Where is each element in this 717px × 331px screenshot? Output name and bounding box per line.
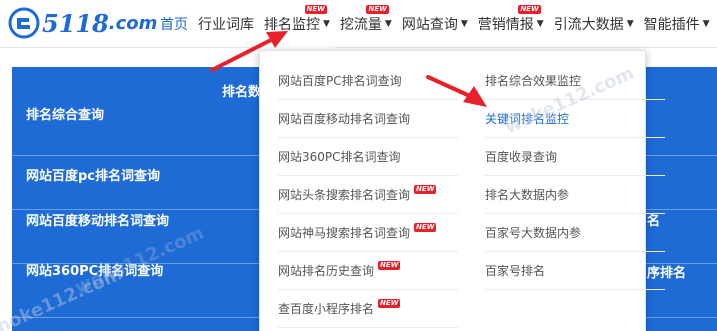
- menu-item[interactable]: 网站百度PC排名词查询: [278, 62, 458, 100]
- chevron-down-icon: ▼: [323, 19, 330, 29]
- new-badge: NEW: [304, 5, 327, 14]
- nav-site-query-label: 网站查询: [401, 17, 458, 33]
- menu-item-label: 百度收录查询: [485, 150, 558, 164]
- nav-marketing-intel[interactable]: 营销情报 ▼ NEW: [473, 0, 549, 48]
- menu-item[interactable]: 百家号大数据内参: [485, 214, 665, 252]
- nav-dig-traffic-label: 挖流量: [339, 17, 382, 33]
- panel-row-label: 网站百度pc排名词查询: [26, 169, 161, 184]
- nav-industry-keywords-label: 行业词库: [198, 17, 254, 33]
- new-badge: NEW: [414, 223, 437, 232]
- nav-rank-monitor[interactable]: 排名监控 ▼ NEW: [259, 0, 335, 48]
- new-badge: NEW: [378, 299, 401, 308]
- nav-marketing-intel-label: 营销情报: [477, 17, 534, 33]
- nav-dig-traffic[interactable]: 挖流量 ▼ NEW: [335, 0, 397, 48]
- new-badge: NEW: [378, 261, 401, 270]
- main-nav: 首页 行业词库 排名监控 ▼ NEW 挖流量 ▼ NEW 网站查询 ▼ 营销情报…: [155, 0, 715, 48]
- nav-traffic-bigdata[interactable]: 引流大数据 ▼: [549, 0, 639, 48]
- nav-rank-monitor-label: 排名监控: [264, 17, 320, 33]
- chevron-down-icon: ▼: [702, 19, 710, 29]
- nav-industry-keywords[interactable]: 行业词库: [193, 0, 259, 48]
- menu-item[interactable]: 网站排名历史查询 NEW: [278, 252, 458, 290]
- panel-row-label: 排名综合查询: [26, 108, 105, 123]
- nav-home[interactable]: 首页: [155, 0, 193, 48]
- chevron-down-icon: ▼: [460, 19, 468, 29]
- panel-row-label: 网站百度移动排名词查询: [26, 214, 170, 229]
- menu-item-label: 网站神马搜索排名词查询: [278, 226, 411, 240]
- menu-item-label: 百家号大数据内参: [485, 226, 582, 240]
- nav-home-label: 首页: [160, 17, 188, 33]
- chevron-down-icon: ▼: [384, 19, 392, 29]
- nav-traffic-bigdata-label: 引流大数据: [553, 17, 624, 33]
- menu-item[interactable]: 百度收录查询: [485, 138, 665, 176]
- new-badge: NEW: [366, 5, 389, 14]
- menu-item-label: 查百度小程序排名: [278, 302, 375, 316]
- nav-smart-plugins[interactable]: 智能插件 ▼: [639, 0, 715, 48]
- menu-item-label: 网站头条搜索排名词查询: [278, 188, 411, 202]
- chevron-down-icon: ▼: [536, 19, 544, 29]
- nav-smart-plugins-label: 智能插件: [643, 17, 700, 33]
- logo-text: 5118: [42, 8, 109, 38]
- menu-item-label: 网站百度移动排名词查询: [278, 112, 411, 126]
- site-logo[interactable]: 5118 .com: [8, 6, 157, 40]
- menu-item[interactable]: 网站360PC排名词查询: [278, 138, 458, 176]
- menu-item-label: 百家号排名: [485, 264, 546, 278]
- new-badge: NEW: [518, 5, 541, 14]
- menu-item[interactable]: 网站百度移动排名词查询: [278, 100, 458, 138]
- new-badge: NEW: [414, 185, 437, 194]
- logo-domain: .com: [108, 12, 158, 34]
- menu-item[interactable]: 网站头条搜索排名词查询 NEW: [278, 176, 458, 214]
- logo-mark-icon: [8, 7, 40, 39]
- chevron-down-icon: ▼: [626, 19, 634, 29]
- menu-item[interactable]: 百家号排名: [485, 252, 665, 290]
- menu-item-label: 网站百度PC排名词查询: [278, 74, 402, 88]
- nav-site-query[interactable]: 网站查询 ▼: [397, 0, 473, 48]
- menu-item-label: 排名大数据内参: [485, 188, 570, 202]
- menu-item[interactable]: 网站神马搜索排名词查询 NEW: [278, 214, 458, 252]
- menu-item-label: 网站360PC排名词查询: [278, 150, 401, 164]
- page: 5118 .com 首页 行业词库 排名监控 ▼ NEW 挖流量 ▼ NEW 网…: [0, 0, 717, 331]
- menu-item-label: 排名综合效果监控: [485, 74, 582, 88]
- menu-item-label: 网站排名历史查询: [278, 264, 375, 278]
- top-nav-bar: 5118 .com 首页 行业词库 排名监控 ▼ NEW 挖流量 ▼ NEW 网…: [0, 0, 717, 48]
- menu-item[interactable]: 查百度小程序排名 NEW: [278, 290, 458, 328]
- menu-item[interactable]: 排名大数据内参: [485, 176, 665, 214]
